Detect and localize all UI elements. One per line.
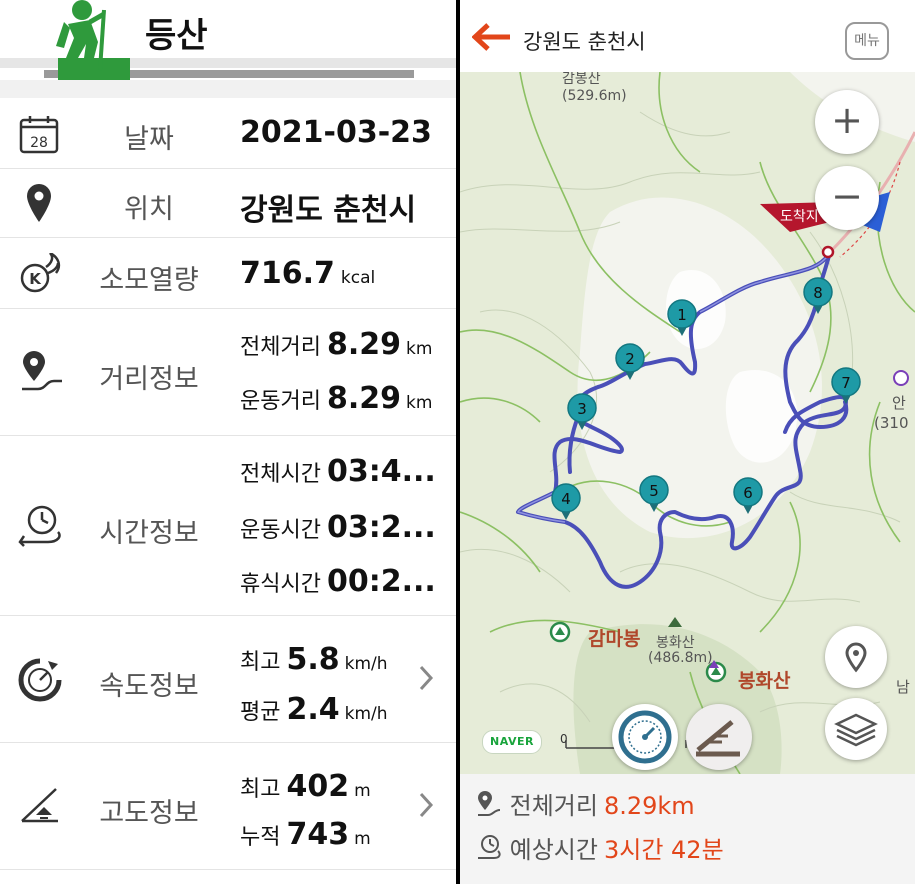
calories-row: K 소모열량 716.7 kcal xyxy=(0,238,456,309)
map-mountain-label[interactable]: 감마봉 xyxy=(588,624,640,651)
calories-flame-icon: K xyxy=(20,253,61,293)
move-distance: 운동거리 8.29 km xyxy=(240,381,433,416)
map-header: 강원도 춘천시 메뉴 xyxy=(460,0,915,73)
route-map[interactable]: 감봉산 (529.6m) 봉화산 (486.8m) 감마봉 봉화산 안 (310… xyxy=(460,72,915,774)
speedometer-icon xyxy=(618,710,672,764)
max-altitude: 최고 402 m xyxy=(240,769,371,804)
altitude-label: 고도정보 xyxy=(99,798,199,829)
calories-number: 716.7 xyxy=(240,256,335,291)
distance-label: 거리정보 xyxy=(99,364,199,395)
layers-icon xyxy=(834,713,878,747)
map-peak-height: (529.6m) xyxy=(562,88,627,104)
route-footer: 전체거리 8.29km 예상시간 3시간 42분 xyxy=(460,774,915,884)
location-row: 위치 강원도 춘천시 xyxy=(0,169,456,238)
time-label: 시간정보 xyxy=(99,518,199,549)
date-value: 2021-03-23 xyxy=(240,115,432,150)
svg-text:8: 8 xyxy=(813,284,823,302)
route-pin-icon xyxy=(22,351,62,391)
map-edge-label: 안 xyxy=(892,394,906,412)
move-time: 운동시간 03:2... xyxy=(240,510,436,545)
map-peak-height: (486.8m) xyxy=(648,650,713,666)
map-peak-name: 감봉산 xyxy=(562,72,601,87)
altitude-row[interactable]: 고도정보 최고 402 m 누적 743 m xyxy=(0,743,456,870)
map-edge-label: 남 xyxy=(896,678,910,696)
svg-text:5: 5 xyxy=(649,482,659,500)
total-distance: 전체거리 8.29 km xyxy=(240,327,433,362)
map-edge-label: (310 xyxy=(874,414,909,432)
back-arrow-icon[interactable] xyxy=(472,22,512,52)
clock-route-icon xyxy=(478,835,501,859)
speed-row[interactable]: 속도정보 최고 5.8 km/h 평균 2.4 km/h xyxy=(0,616,456,743)
location-pin-icon xyxy=(845,642,867,673)
location-label: 위치 xyxy=(124,194,174,225)
time-row: 시간정보 전체시간 03:4... 운동시간 03:2... 휴식시간 00:2... xyxy=(0,436,456,616)
waypoint-marker[interactable]: 5 xyxy=(639,475,669,513)
hiker-icon xyxy=(56,0,130,80)
waypoint-marker[interactable]: 4 xyxy=(551,483,581,521)
chevron-right-icon[interactable] xyxy=(418,791,434,819)
max-speed: 최고 5.8 km/h xyxy=(240,642,388,677)
menu-button[interactable]: 메뉴 xyxy=(845,22,889,60)
date-row: 28 날짜 2021-03-23 xyxy=(0,98,456,169)
zoom-out-button[interactable]: − xyxy=(815,166,879,230)
zoom-in-button[interactable]: + xyxy=(815,90,879,154)
location-pin-icon xyxy=(27,184,51,222)
svg-text:4: 4 xyxy=(561,490,571,508)
calories-label: 소모열량 xyxy=(99,265,199,296)
footer-expected-time: 예상시간 3시간 42분 xyxy=(476,830,724,865)
scale-zero: 0 xyxy=(560,732,568,746)
distance-row: 거리정보 전체거리 8.29 km 운동거리 8.29 km xyxy=(0,309,456,436)
waypoint-marker[interactable]: 2 xyxy=(615,343,645,381)
calories-unit: kcal xyxy=(340,268,376,288)
altitude-icon xyxy=(21,788,58,823)
date-label: 날짜 xyxy=(124,124,174,155)
map-peak-name: 봉화산 xyxy=(656,635,695,651)
total-time: 전체시간 03:4... xyxy=(240,454,436,489)
svg-text:6: 6 xyxy=(743,484,753,502)
speed-label: 속도정보 xyxy=(99,671,199,702)
waypoint-marker[interactable]: 8 xyxy=(803,277,833,315)
route-pin-icon xyxy=(478,791,501,816)
chevron-right-icon[interactable] xyxy=(418,664,434,692)
map-mountain-label[interactable]: 봉화산 xyxy=(738,666,790,693)
clock-route-icon xyxy=(18,505,61,547)
waypoint-marker[interactable]: 7 xyxy=(831,367,861,405)
location-button[interactable] xyxy=(825,626,887,688)
calories-value: 716.7 kcal xyxy=(240,256,375,291)
activity-header: 등산 xyxy=(0,0,456,98)
layers-button[interactable] xyxy=(825,698,887,760)
slope-icon xyxy=(696,720,740,757)
svg-text:2: 2 xyxy=(625,350,635,368)
naver-logo: NAVER xyxy=(482,730,542,754)
svg-text:K: K xyxy=(29,270,42,288)
map-location-title: 강원도 춘천시 xyxy=(523,30,646,54)
svg-text:1: 1 xyxy=(677,306,687,324)
gauge-button[interactable] xyxy=(612,704,678,770)
svg-text:28: 28 xyxy=(30,135,48,151)
activity-title: 등산 xyxy=(145,16,208,56)
footer-total-distance: 전체거리 8.29km xyxy=(476,786,695,821)
svg-text:3: 3 xyxy=(577,400,587,418)
arrival-flag-label: 도착지 xyxy=(780,209,819,225)
waypoint-marker[interactable]: 6 xyxy=(733,477,763,515)
header-stripe xyxy=(0,80,456,98)
avg-speed: 평균 2.4 km/h xyxy=(240,692,388,727)
cumulative-altitude: 누적 743 m xyxy=(240,817,371,852)
waypoint-marker[interactable]: 3 xyxy=(567,393,597,431)
elevation-button[interactable] xyxy=(686,704,752,770)
location-value: 강원도 춘천시 xyxy=(240,193,417,228)
speedometer-icon xyxy=(18,658,62,702)
rest-time: 휴식시간 00:2... xyxy=(240,564,436,599)
waypoint-marker[interactable]: 1 xyxy=(667,299,697,337)
route-map-panel: 강원도 춘천시 메뉴 감봉산 (529.6m) 봉화산 (486.8m) 감마봉… xyxy=(460,0,915,884)
svg-text:7: 7 xyxy=(841,374,851,392)
calendar-icon: 28 xyxy=(19,116,59,154)
activity-summary-panel: 등산 28 날짜 2021-03-23 위치 강원도 춘천시 K 소모열량 71… xyxy=(0,0,456,884)
